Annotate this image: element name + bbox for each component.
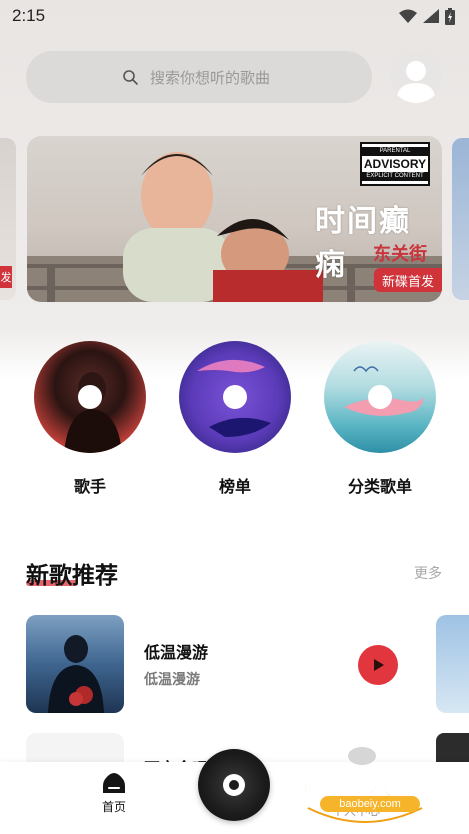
wifi-icon	[399, 9, 417, 23]
nav-singers[interactable]: 歌手	[34, 341, 146, 501]
play-icon	[374, 659, 384, 671]
song-next-cover-peek[interactable]	[436, 615, 469, 713]
categories-disc-hole	[368, 385, 392, 409]
nav-categories[interactable]: 分类歌单	[324, 341, 436, 501]
disc-icon	[223, 774, 245, 796]
singers-disc-hole	[78, 385, 102, 409]
tab-home[interactable]: 首页	[86, 772, 142, 826]
quick-nav: 歌手 榜单 分类歌单	[34, 341, 436, 501]
song-cover-art	[48, 635, 104, 713]
charts-disc-icon	[179, 341, 291, 453]
banner[interactable]: PARENTAL ADVISORY EXPLICIT CONTENT 时间癫痫 …	[27, 136, 442, 302]
search-icon	[123, 70, 138, 85]
banner-next-peek[interactable]	[452, 138, 469, 300]
avatar[interactable]	[390, 51, 442, 103]
battery-icon	[445, 7, 455, 25]
list-item[interactable]: 低温漫游 低温漫游	[26, 615, 406, 713]
more-link[interactable]: 更多	[414, 563, 442, 583]
song-cover	[26, 615, 124, 713]
nav-categories-label: 分类歌单	[347, 477, 412, 496]
tab-home-label: 首页	[101, 800, 126, 814]
section-title: 新歌推荐	[26, 563, 118, 589]
banner-badge: 新碟首发	[373, 268, 442, 292]
play-button[interactable]	[358, 645, 398, 685]
song-artist: 低温漫游	[144, 672, 200, 688]
status-icons	[399, 7, 455, 25]
nav-charts[interactable]: 榜单	[179, 341, 291, 501]
status-time: 2:15	[12, 6, 46, 25]
watermark-logo: 宝贝游戏网 baobeiy.com	[290, 744, 440, 830]
advisory-line-1: PARENTAL	[362, 147, 428, 156]
banner-prev-peek[interactable]: 发	[0, 138, 16, 300]
song-cover-partial[interactable]	[26, 733, 124, 763]
nav-singers-label: 歌手	[73, 477, 106, 496]
home-icon	[103, 773, 125, 793]
status-bar: 2:15	[0, 0, 469, 32]
advisory-line-3: EXPLICIT CONTENT	[362, 172, 428, 181]
search-input[interactable]: 搜索你想听的歌曲	[26, 51, 372, 103]
search-row: 搜索你想听的歌曲	[26, 51, 444, 103]
song-next-cover-peek-2[interactable]	[436, 733, 469, 763]
advisory-line-2: ADVISORY	[363, 157, 427, 171]
now-playing-disc[interactable]	[198, 749, 270, 821]
singers-disc-icon	[34, 341, 146, 453]
nav-charts-label: 榜单	[218, 477, 251, 496]
charts-disc-hole	[223, 385, 247, 409]
signal-icon	[423, 9, 439, 23]
categories-disc-icon	[324, 341, 436, 453]
search-placeholder: 搜索你想听的歌曲	[150, 68, 271, 87]
parental-advisory-label: PARENTAL ADVISORY EXPLICIT CONTENT	[360, 142, 430, 186]
song-title: 低温漫游	[144, 643, 209, 662]
watermark-site: baobeiy.com	[320, 796, 420, 812]
banner-prev-badge: 发	[0, 266, 12, 288]
default-avatar-icon	[396, 61, 436, 103]
